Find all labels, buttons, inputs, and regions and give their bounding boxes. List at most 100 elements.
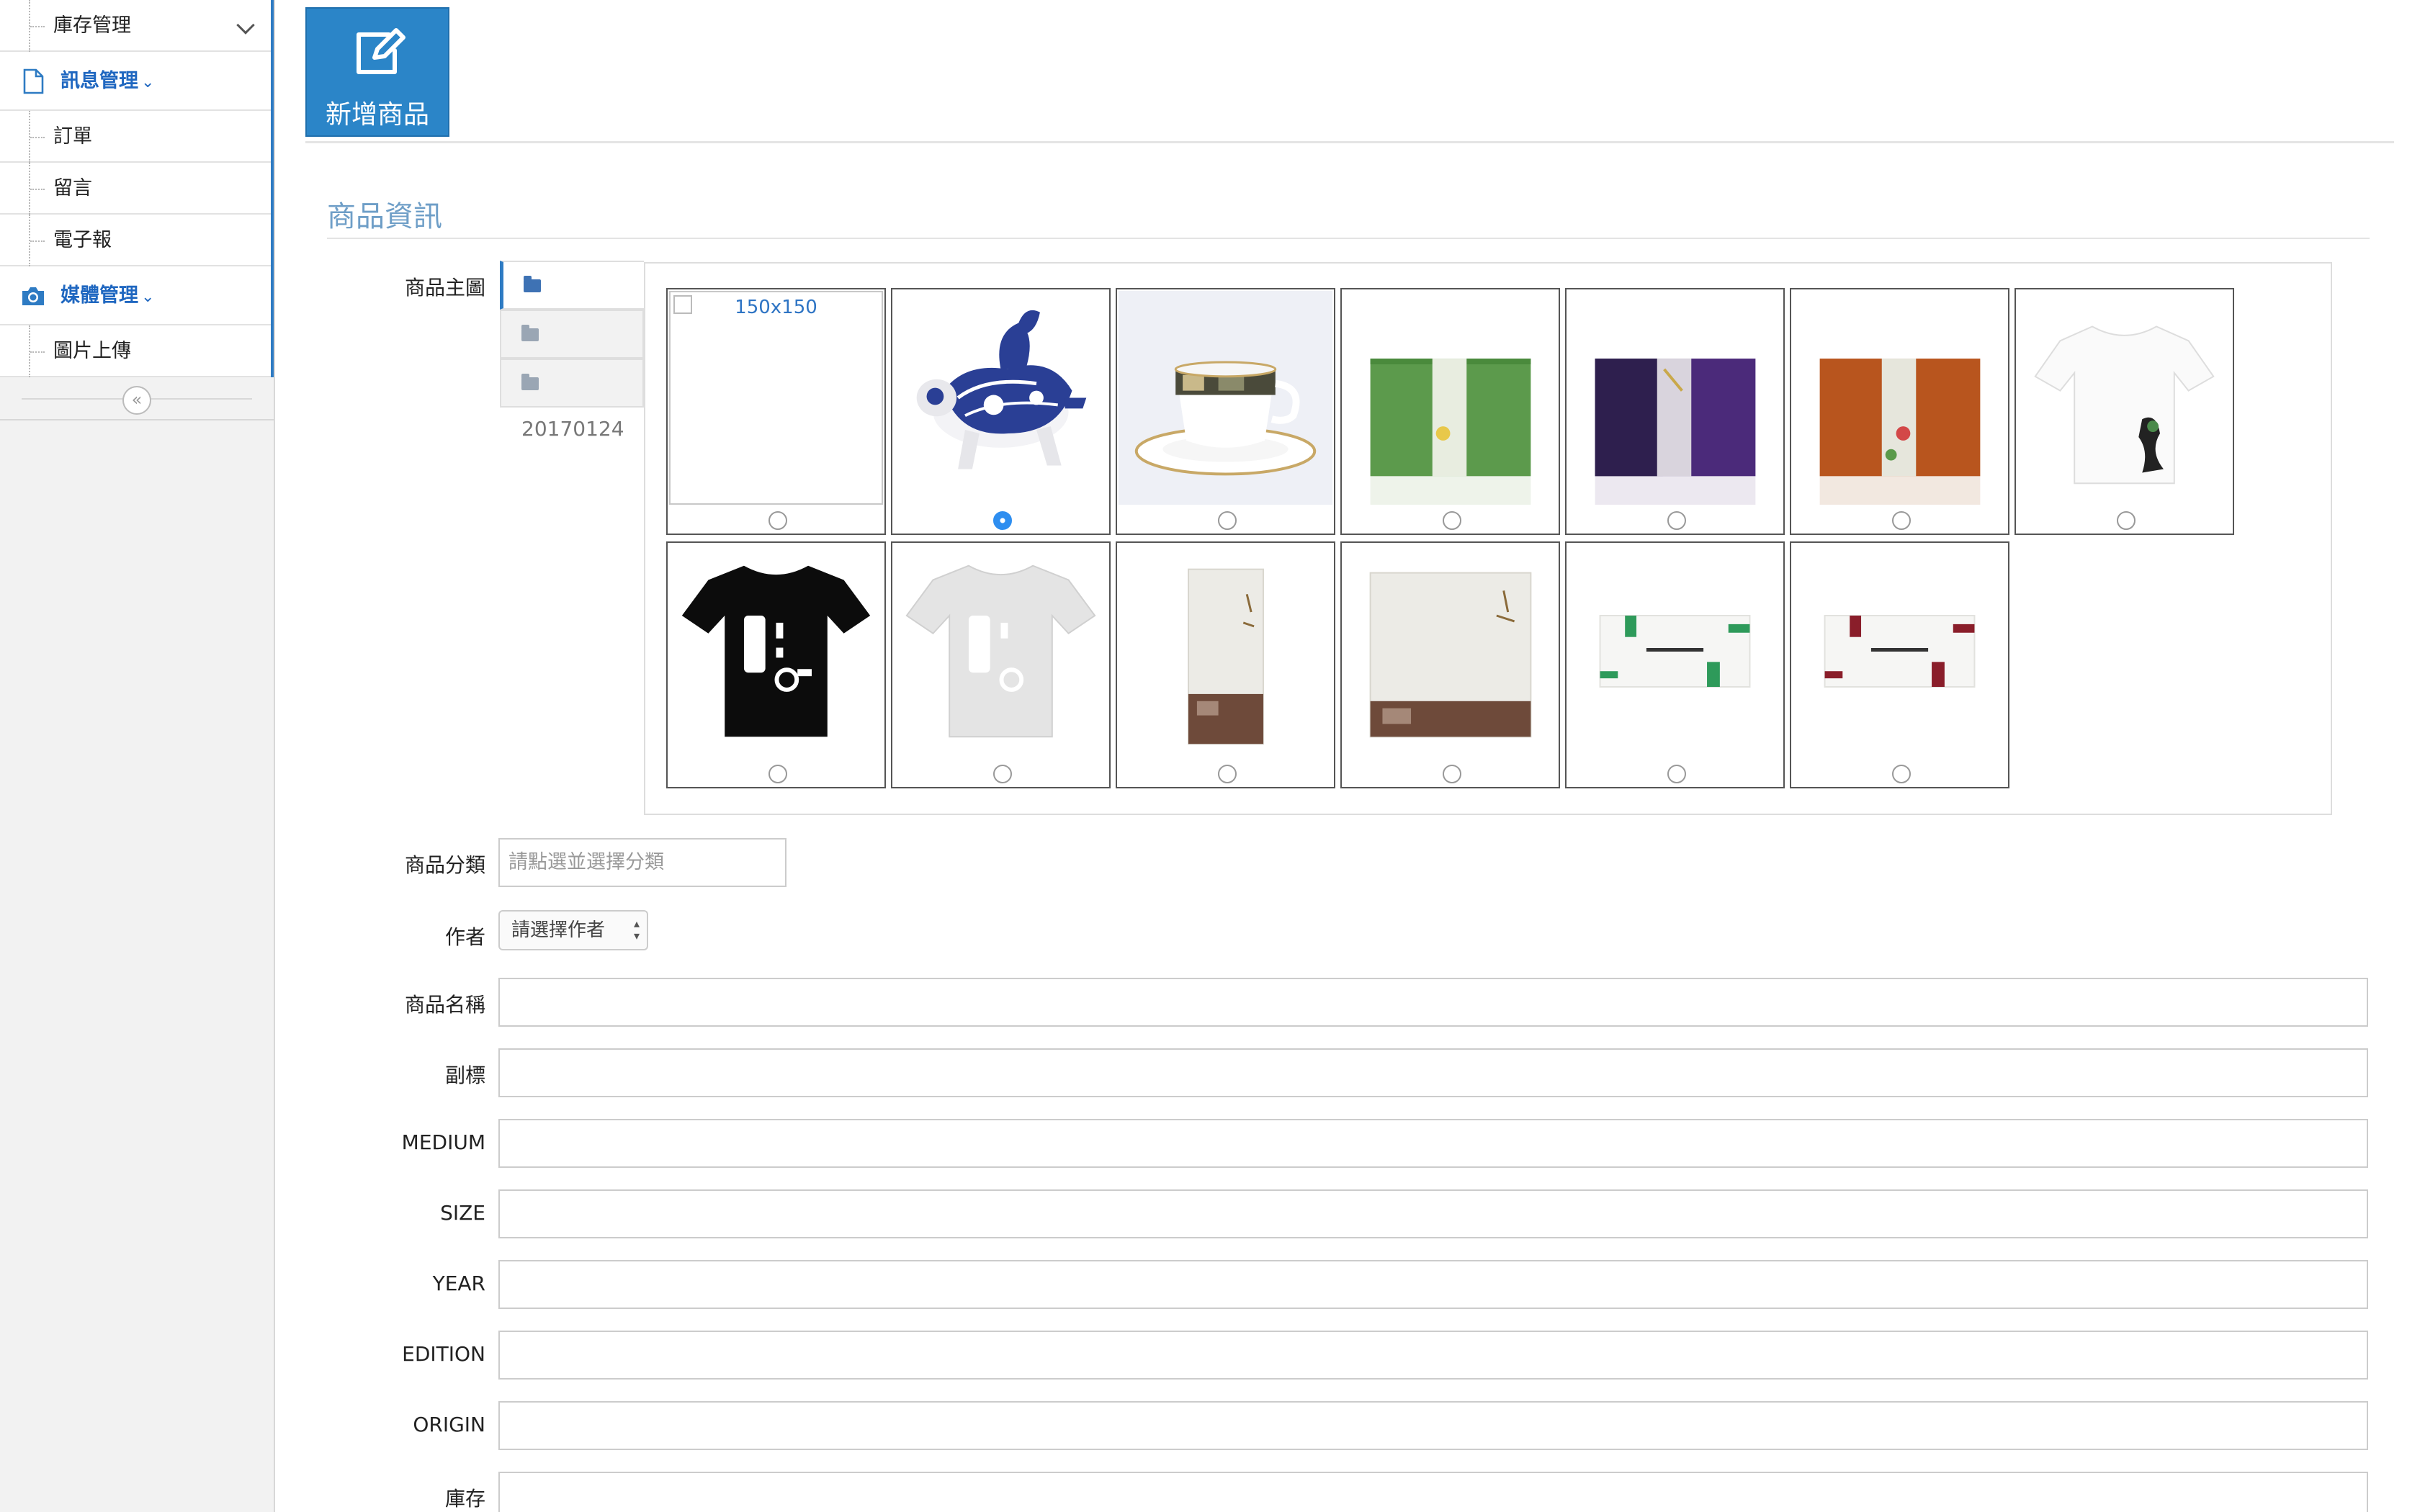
chevron-down-icon[interactable] [236, 16, 255, 35]
edit-icon [357, 28, 405, 74]
stock-label: 庫存 [444, 1487, 485, 1511]
image-radio[interactable] [1218, 511, 1237, 530]
image-radio[interactable] [1218, 765, 1237, 783]
sidebar-item-label: 訂單 [53, 125, 92, 148]
subtitle-input[interactable] [498, 1048, 2368, 1097]
sidebar-item-comment[interactable]: 留言 [0, 163, 271, 215]
sidebar-group-media[interactable]: 媒體管理 ⌄ [0, 266, 271, 325]
tall-gift-box-image [1119, 544, 1332, 758]
white-tshirt-image [2017, 291, 2231, 505]
image-option[interactable] [666, 541, 886, 788]
purple-tea-box-image [1568, 291, 1782, 505]
image-radio[interactable] [768, 511, 787, 530]
image-radio[interactable] [993, 765, 1012, 783]
product-name-input[interactable] [498, 978, 2368, 1027]
green-tea-box-image [1343, 291, 1557, 505]
image-option[interactable] [1790, 541, 2009, 788]
edition-label: EDITION [402, 1342, 485, 1366]
sidebar-item-label: 留言 [53, 177, 92, 199]
edition-input[interactable] [498, 1331, 2368, 1380]
image-radio[interactable] [768, 765, 787, 783]
sidebar-collapse-bar: « [0, 377, 274, 420]
author-select-value: 請選擇作者 [511, 919, 606, 941]
image-alt-text: 150x150 [735, 297, 817, 318]
folder-tab-20161017[interactable]: 20161017 [500, 261, 644, 343]
image-radio[interactable] [1892, 511, 1911, 530]
folder-icon [524, 276, 541, 292]
year-label: YEAR [432, 1272, 485, 1295]
image-option[interactable] [2015, 288, 2234, 535]
image-option[interactable] [1340, 541, 1560, 788]
sidebar-item-label: 電子報 [53, 229, 112, 251]
author-select[interactable]: 請選擇作者 ▴ ▾ [498, 910, 648, 950]
teacup-image [1119, 291, 1332, 505]
size-label: SIZE [440, 1201, 485, 1225]
add-product-label: 新增商品 [325, 100, 429, 130]
sidebar-nav: 庫存管理 訊息管理 ⌄ 訂單 留言 電子報 媒體管理 ⌄ 圖片上傳 [0, 0, 274, 377]
sidebar-group-label: 訊息管理 [60, 70, 138, 92]
sidebar-item-order[interactable]: 訂單 [0, 111, 271, 163]
wide-gift-box-image [1343, 544, 1557, 758]
add-product-button[interactable]: 新增商品 [305, 7, 449, 137]
size-input[interactable] [498, 1189, 2368, 1238]
divider [305, 141, 2394, 143]
black-tshirt-image [669, 544, 883, 758]
sidebar-item-inventory[interactable]: 庫存管理 [0, 0, 271, 52]
sidebar-item-newsletter[interactable]: 電子報 [0, 215, 271, 266]
folder-tab-20170124[interactable]: 20170124 [500, 359, 644, 441]
camera-icon [22, 287, 44, 305]
image-option[interactable] [1565, 541, 1785, 788]
folder-tab-20170105[interactable]: 20170105 [500, 310, 644, 392]
sidebar-item-label: 圖片上傳 [53, 340, 131, 362]
grey-tshirt-image [894, 544, 1108, 758]
sidebar-group-label: 媒體管理 [60, 284, 138, 307]
sidebar: 庫存管理 訊息管理 ⌄ 訂單 留言 電子報 媒體管理 ⌄ 圖片上傳 « [0, 0, 275, 1512]
image-radio[interactable] [1667, 765, 1686, 783]
author-label: 作者 [444, 925, 485, 949]
porcelain-figure-image [894, 291, 1108, 505]
image-option[interactable] [1565, 288, 1785, 535]
category-input[interactable]: 請點選並選擇分類 [498, 838, 786, 887]
image-gallery: 150x150 [644, 262, 2332, 815]
caret-down-icon: ⌄ [141, 288, 155, 306]
origin-label: ORIGIN [413, 1413, 485, 1436]
collapse-icon[interactable]: « [122, 386, 151, 415]
image-radio[interactable] [1443, 765, 1461, 783]
medium-label: MEDIUM [401, 1130, 485, 1154]
product-name-label: 商品名稱 [404, 993, 485, 1017]
select-arrows-icon: ▴ ▾ [633, 917, 640, 942]
folder-tab-label: 20170124 [521, 417, 624, 441]
image-option[interactable] [891, 288, 1111, 535]
divider [327, 238, 2370, 239]
sidebar-group-messages[interactable]: 訊息管理 ⌄ [0, 52, 271, 111]
image-radio[interactable] [1667, 511, 1686, 530]
sidebar-item-image-upload[interactable]: 圖片上傳 [0, 325, 271, 377]
category-label: 商品分類 [404, 853, 485, 877]
orange-tea-box-image [1793, 291, 2007, 505]
subtitle-label: 副標 [444, 1063, 485, 1087]
image-option[interactable]: 150x150 [666, 288, 886, 535]
sidebar-item-label: 庫存管理 [53, 14, 131, 37]
image-option[interactable] [1116, 541, 1335, 788]
broken-image: 150x150 [669, 291, 883, 505]
caret-down-icon: ⌄ [141, 73, 155, 91]
origin-input[interactable] [498, 1401, 2368, 1450]
year-input[interactable] [498, 1260, 2368, 1309]
image-option[interactable] [891, 541, 1111, 788]
image-option[interactable] [1340, 288, 1560, 535]
stock-input[interactable] [498, 1472, 2368, 1512]
green-ribbon-box-image [1568, 544, 1782, 758]
medium-input[interactable] [498, 1119, 2368, 1168]
image-radio[interactable] [1892, 765, 1911, 783]
image-option[interactable] [1116, 288, 1335, 535]
file-icon [23, 68, 44, 94]
image-option[interactable] [1790, 288, 2009, 535]
folder-icon [521, 325, 539, 341]
red-ribbon-box-image [1793, 544, 2007, 758]
image-radio[interactable] [1443, 511, 1461, 530]
folder-icon [521, 374, 539, 390]
main-image-label: 商品主圖 [404, 276, 485, 300]
image-radio[interactable] [2117, 511, 2136, 530]
image-radio[interactable] [993, 511, 1012, 530]
section-title: 商品資訊 [327, 200, 442, 233]
